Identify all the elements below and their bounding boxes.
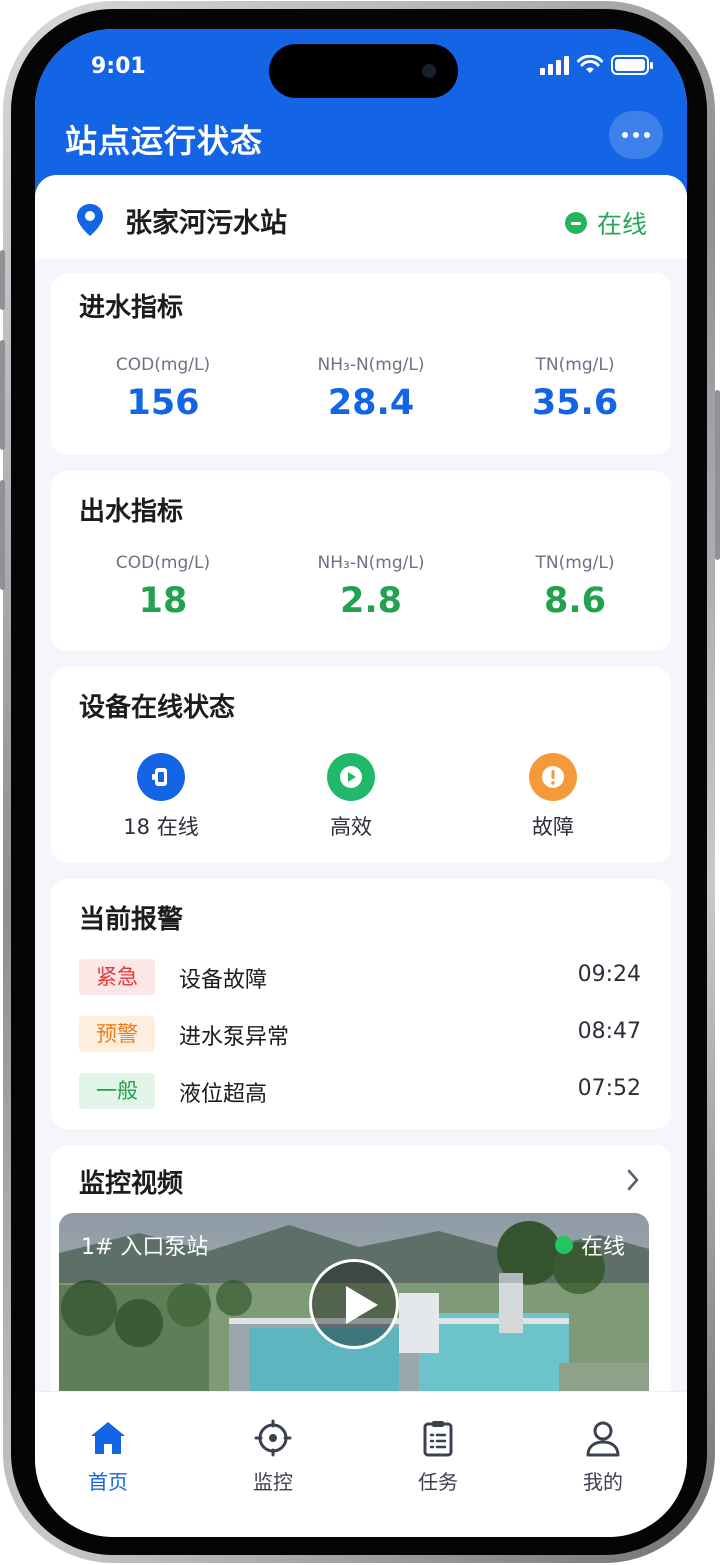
- alarm-text: 进水泵异常: [179, 1025, 290, 1050]
- inflow-title: 进水指标: [79, 293, 184, 323]
- video-feed-status: 在线: [554, 1229, 625, 1261]
- outflow-nh3n: NH₃-N(mg/L) 2.8: [271, 553, 471, 621]
- outflow-title: 出水指标: [79, 497, 184, 527]
- metric-label: COD(mg/L): [115, 355, 211, 375]
- alarm-time: 08:47: [577, 1019, 641, 1044]
- wifi-icon: [577, 55, 603, 73]
- alarm-level-badge: 一般: [79, 1073, 155, 1109]
- outflow-card: 出水指标 COD(mg/L) 18 NH₃-N(mg/L) 2.8 TN(mg/…: [51, 471, 671, 651]
- metric-value: 156: [126, 383, 200, 423]
- metric-label: TN(mg/L): [535, 355, 615, 375]
- side-button-left-2: [0, 340, 5, 450]
- device-online-label: 18 在线: [123, 815, 199, 839]
- more-dots-icon: [622, 132, 628, 138]
- inflow-tn: TN(mg/L) 35.6: [475, 355, 675, 423]
- tab-label: 任务: [418, 1470, 458, 1494]
- devices-card: 设备在线状态 18 在线 高效 故障: [51, 667, 671, 863]
- metric-value: 2.8: [339, 581, 402, 621]
- play-circle-icon: [340, 766, 362, 788]
- metric-label: NH₃-N(mg/L): [317, 553, 425, 573]
- device-icon: [152, 768, 167, 786]
- online-dot-icon: [554, 1236, 573, 1254]
- device-fault-label: 故障: [532, 815, 574, 839]
- tab-label: 首页: [88, 1470, 128, 1494]
- video-feed-label: 1# 入口泵站: [81, 1235, 209, 1260]
- alarm-level-badge: 预警: [79, 1016, 155, 1052]
- signal-icon: [540, 55, 569, 75]
- play-button[interactable]: [309, 1259, 399, 1349]
- metric-label: TN(mg/L): [535, 553, 615, 573]
- dynamic-island: [269, 44, 458, 98]
- monitor-icon: [254, 1419, 292, 1457]
- side-button-left-1: [0, 250, 5, 310]
- outflow-cod: COD(mg/L) 18: [63, 553, 263, 621]
- camera-dot: [422, 64, 436, 78]
- more-button[interactable]: [609, 111, 663, 159]
- alarms-card: 当前报警 紧急 设备故障 09:24 预警 进水泵异常 08:47 一般 液位超…: [51, 879, 671, 1129]
- alarms-title: 当前报警: [79, 905, 184, 935]
- clipboard-icon: [423, 1421, 453, 1457]
- device-fault[interactable]: 故障: [483, 753, 623, 841]
- metric-value: 28.4: [327, 383, 415, 423]
- inflow-cod: COD(mg/L) 156: [63, 355, 263, 423]
- status-icons: [540, 55, 653, 75]
- metric-label: NH₃-N(mg/L): [317, 355, 425, 375]
- status-time: 9:01: [91, 54, 146, 79]
- tab-home[interactable]: 首页: [43, 1418, 173, 1495]
- video-title: 监控视频: [79, 1169, 184, 1199]
- tab-profile[interactable]: 我的: [538, 1418, 668, 1495]
- app-header: 9:01 站点运行状态: [35, 29, 687, 199]
- station-bar[interactable]: 张家河污水站 在线: [35, 175, 687, 259]
- devices-title: 设备在线状态: [79, 693, 236, 723]
- side-button-right: [715, 390, 720, 560]
- video-feed-status-text: 在线: [580, 1235, 625, 1260]
- alarm-row[interactable]: 紧急 设备故障 09:24: [79, 959, 641, 997]
- inflow-card: 进水指标 COD(mg/L) 156 NH₃-N(mg/L) 28.4 TN(m…: [51, 273, 671, 455]
- alarm-row[interactable]: 预警 进水泵异常 08:47: [79, 1016, 641, 1054]
- metric-value: 8.6: [543, 581, 606, 621]
- video-card: 监控视频 1# 入口泵站 在线: [51, 1145, 671, 1425]
- tab-label: 我的: [583, 1470, 623, 1494]
- alarm-text: 液位超高: [179, 1082, 268, 1107]
- tab-tasks[interactable]: 任务: [373, 1418, 503, 1495]
- device-online[interactable]: 18 在线: [91, 753, 231, 841]
- bottom-tab-bar: 首页 监控 任务 我的: [35, 1391, 687, 1537]
- device-efficient-label: 高效: [330, 815, 372, 839]
- metric-value: 35.6: [531, 383, 619, 423]
- online-status-icon: [564, 212, 587, 234]
- metric-label: COD(mg/L): [115, 553, 211, 573]
- app-screen: 9:01 站点运行状态 张家河污水站 在线 进水指标 COD(mg/L) 156…: [35, 29, 687, 1537]
- alert-icon: [542, 766, 564, 788]
- chevron-right-icon[interactable]: [625, 1167, 641, 1193]
- location-pin-icon: [77, 204, 103, 236]
- outflow-tn: TN(mg/L) 8.6: [475, 553, 675, 621]
- inflow-nh3n: NH₃-N(mg/L) 28.4: [271, 355, 471, 423]
- page-title: 站点运行状态: [65, 122, 264, 160]
- station-name: 张家河污水站: [125, 208, 287, 239]
- video-feed[interactable]: 1# 入口泵站 在线: [59, 1213, 649, 1413]
- alarm-time: 09:24: [577, 962, 641, 987]
- tab-label: 监控: [253, 1470, 293, 1494]
- tab-monitor[interactable]: 监控: [208, 1418, 338, 1495]
- station-status: 在线: [564, 205, 647, 241]
- alarm-row[interactable]: 一般 液位超高 07:52: [79, 1073, 641, 1111]
- side-button-left-3: [0, 480, 5, 590]
- battery-icon: [611, 55, 653, 75]
- alarm-time: 07:52: [577, 1076, 641, 1101]
- alarm-text: 设备故障: [179, 968, 268, 993]
- home-icon: [91, 1422, 125, 1454]
- device-efficient[interactable]: 高效: [281, 753, 421, 841]
- alarm-level-badge: 紧急: [79, 959, 155, 995]
- metric-value: 18: [138, 581, 188, 621]
- station-status-text: 在线: [596, 210, 647, 239]
- user-icon: [586, 1421, 620, 1457]
- main-content: 张家河污水站 在线 进水指标 COD(mg/L) 156 NH₃-N(mg/L)…: [35, 175, 687, 1425]
